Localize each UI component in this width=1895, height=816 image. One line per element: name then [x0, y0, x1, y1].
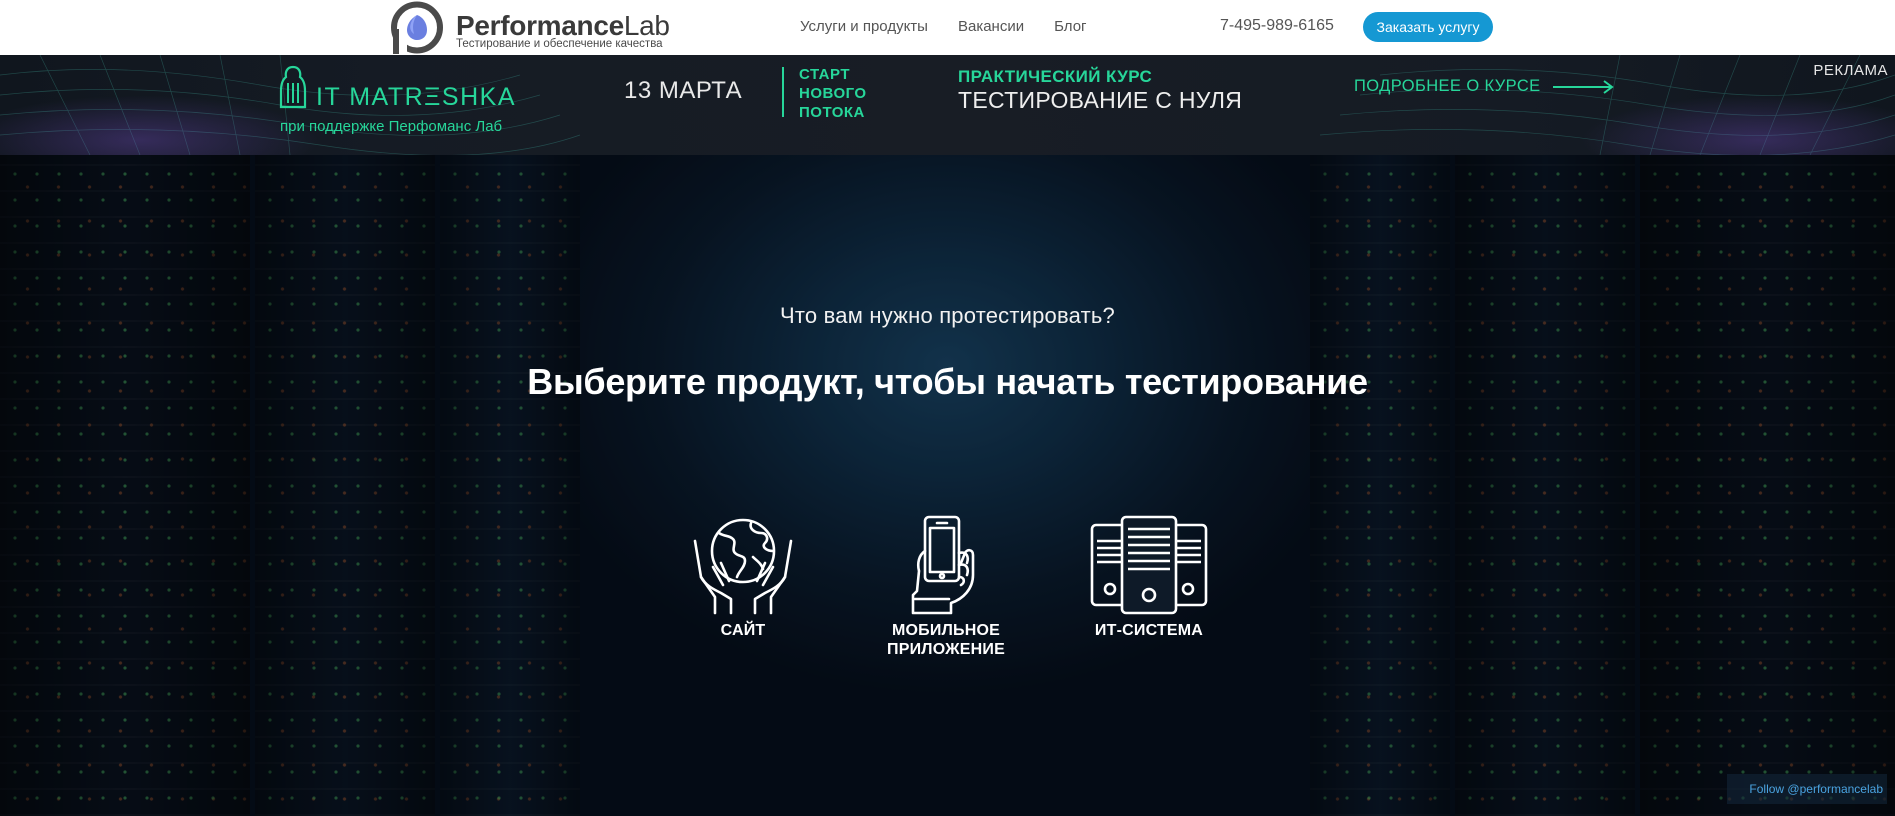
nav-item-vacancies[interactable]: Вакансии	[958, 18, 1024, 35]
product-card-website[interactable]: САЙТ	[648, 515, 838, 640]
it-matreshka-logo: IT MATRΞSHKA при поддержке Перфоманс Лаб	[278, 65, 538, 145]
globe-in-hands-icon	[693, 518, 793, 615]
matreshka-title: IT MATRΞSHKA	[316, 83, 517, 111]
nav-item-blog[interactable]: Блог	[1054, 18, 1086, 35]
banner-glow-right	[1580, 95, 1895, 155]
matreshka-icon	[279, 65, 307, 109]
phone-link[interactable]: 7-495-989-6165	[1220, 17, 1334, 35]
start-new-stream-text: СТАРТ НОВОГО ПОТОКА	[799, 66, 867, 121]
hero-section: Что вам нужно протестировать? Выберите п…	[0, 155, 1895, 816]
product-label-it-system: ИТ-СИСТЕМА	[1094, 622, 1204, 639]
ad-banner[interactable]: РЕКЛАМА IT MATRΞSHKA при поддержке Перфо…	[0, 55, 1895, 155]
banner-glow-left	[0, 95, 320, 155]
phone-in-hand-icon	[911, 515, 975, 615]
site-header: PerformanceLab Тестирование и обеспечени…	[0, 0, 1895, 55]
order-service-button[interactable]: Заказать услугу	[1363, 12, 1493, 42]
hero-question: Что вам нужно протестировать?	[780, 303, 1115, 328]
course-title: ТЕСТИРОВАНИЕ С НУЛЯ	[958, 87, 1243, 113]
hero-overlay	[0, 155, 1895, 816]
banner-divider	[782, 67, 784, 117]
ad-label: РЕКЛАМА	[1813, 62, 1888, 79]
performance-lab-logo-icon	[391, 1, 443, 54]
product-label-mobile-app: МОБИЛЬНОЕ ПРИЛОЖЕНИЕ	[887, 622, 1005, 658]
course-kicker: ПРАКТИЧЕСКИЙ КУРС	[958, 67, 1153, 86]
performance-lab-logo[interactable]: PerformanceLab Тестирование и обеспечени…	[390, 0, 680, 55]
course-details-link[interactable]: ПОДРОБНЕЕ О КУРСЕ	[1354, 77, 1615, 96]
product-card-it-system[interactable]: ИТ-СИСТЕМА	[1054, 515, 1244, 640]
course-details-label: ПОДРОБНЕЕ О КУРСЕ	[1354, 77, 1541, 95]
arrow-right-icon	[1552, 79, 1614, 94]
follow-widget-link[interactable]: Follow @performancelab	[1727, 774, 1887, 804]
brand-tagline: Тестирование и обеспечение качества	[456, 38, 663, 50]
servers-icon	[1090, 515, 1208, 615]
product-label-website: САЙТ	[720, 622, 766, 639]
hero-heading: Выберите продукт, чтобы начать тестирова…	[527, 361, 1368, 402]
matreshka-subtitle: при поддержке Перфоманс Лаб	[280, 118, 503, 135]
product-card-mobile-app[interactable]: МОБИЛЬНОЕ ПРИЛОЖЕНИЕ	[851, 515, 1041, 659]
course-date: 13 МАРТА	[624, 77, 743, 104]
main-nav: Услуги и продукты Вакансии Блог	[800, 18, 1087, 35]
nav-item-services[interactable]: Услуги и продукты	[800, 18, 928, 35]
